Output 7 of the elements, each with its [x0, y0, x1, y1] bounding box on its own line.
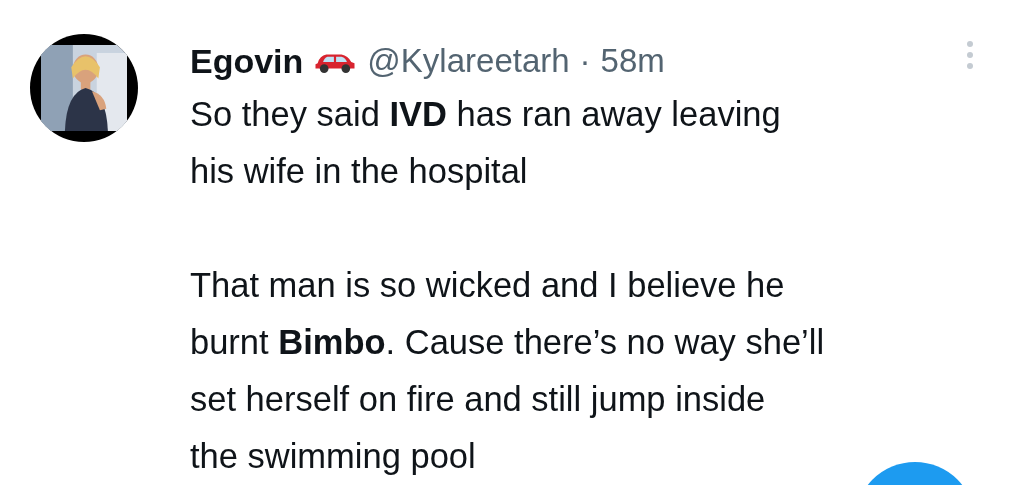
tweet-text: That man is so wicked and I believe he burnt Bimbo. Cause there’s no way she’ll set herself on fire and still jump inside the swimming pool: [190, 265, 825, 477]
tweet-text: So they said IVD has ran away leaving his wife in the hospital: [190, 94, 782, 192]
more-options-icon[interactable]: [966, 40, 974, 70]
display-name[interactable]: Egovin: [190, 41, 304, 81]
user-handle[interactable]: @Kylareetarh: [367, 42, 570, 80]
separator-dot: ·: [579, 42, 591, 80]
tweet-time[interactable]: 58m: [600, 42, 665, 80]
